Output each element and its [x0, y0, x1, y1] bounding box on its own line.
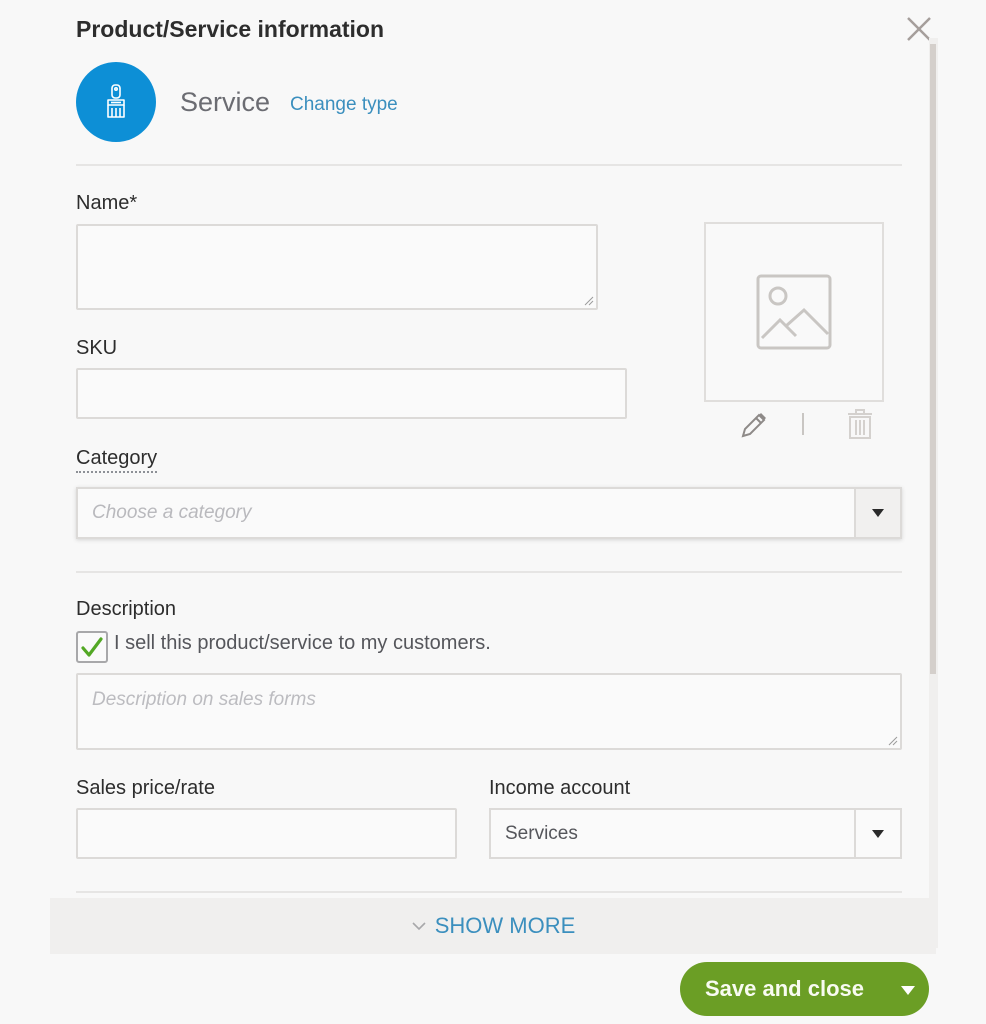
- product-service-dialog: Product/Service information Service Chan…: [0, 0, 986, 1024]
- sell-to-customers-checkbox[interactable]: [76, 631, 108, 663]
- divider: [76, 891, 902, 893]
- sales-price-input[interactable]: [76, 808, 457, 859]
- item-type-label: Service: [180, 87, 271, 117]
- delete-image-button[interactable]: [845, 408, 875, 445]
- checkmark-icon: [81, 637, 103, 657]
- sell-to-customers-label: I sell this product/service to my custom…: [114, 632, 491, 654]
- scrollbar-thumb[interactable]: [930, 44, 936, 674]
- divider: [76, 164, 902, 166]
- category-label: Category: [76, 447, 158, 473]
- tool-separator: [802, 413, 804, 435]
- sku-label: SKU: [76, 337, 118, 359]
- income-account-dropdown-button[interactable]: [854, 810, 900, 857]
- name-label: Name*: [76, 192, 138, 214]
- dialog-title: Product/Service information: [76, 16, 385, 42]
- change-type-link[interactable]: Change type: [290, 94, 398, 116]
- income-account-select[interactable]: Services: [489, 808, 902, 859]
- sales-price-label: Sales price/rate: [76, 777, 215, 799]
- description-label: Description: [76, 598, 177, 620]
- image-placeholder-icon: [756, 274, 832, 350]
- description-placeholder: Description on sales forms: [92, 689, 316, 710]
- sku-input[interactable]: [76, 368, 627, 419]
- service-type-badge: [76, 62, 156, 142]
- edit-image-button[interactable]: [738, 410, 768, 445]
- show-more-button[interactable]: SHOW MORE: [411, 913, 576, 939]
- paintbrush-icon: [107, 84, 125, 118]
- caret-down-icon: [872, 509, 884, 517]
- name-input[interactable]: [76, 224, 598, 310]
- show-more-bar: SHOW MORE: [50, 898, 936, 954]
- save-options-caret-icon[interactable]: [901, 986, 915, 995]
- divider: [76, 571, 902, 573]
- category-select[interactable]: Choose a category: [76, 487, 902, 539]
- resize-grip-icon[interactable]: [886, 734, 898, 746]
- pencil-icon: [741, 413, 766, 438]
- trash-icon: [848, 409, 872, 439]
- income-account-value: Services: [505, 822, 578, 844]
- description-input[interactable]: Description on sales forms: [76, 673, 902, 750]
- income-account-label: Income account: [489, 777, 631, 799]
- caret-down-icon: [872, 829, 884, 838]
- category-dropdown-button[interactable]: [854, 489, 900, 537]
- resize-grip-icon[interactable]: [582, 294, 594, 306]
- image-upload-area[interactable]: [704, 222, 884, 402]
- show-more-label: SHOW MORE: [434, 913, 576, 938]
- category-placeholder: Choose a category: [92, 502, 252, 523]
- save-and-close-button[interactable]: Save and close: [680, 962, 929, 1016]
- chevron-down-icon: [412, 922, 426, 931]
- save-and-close-label: Save and close: [705, 976, 864, 1001]
